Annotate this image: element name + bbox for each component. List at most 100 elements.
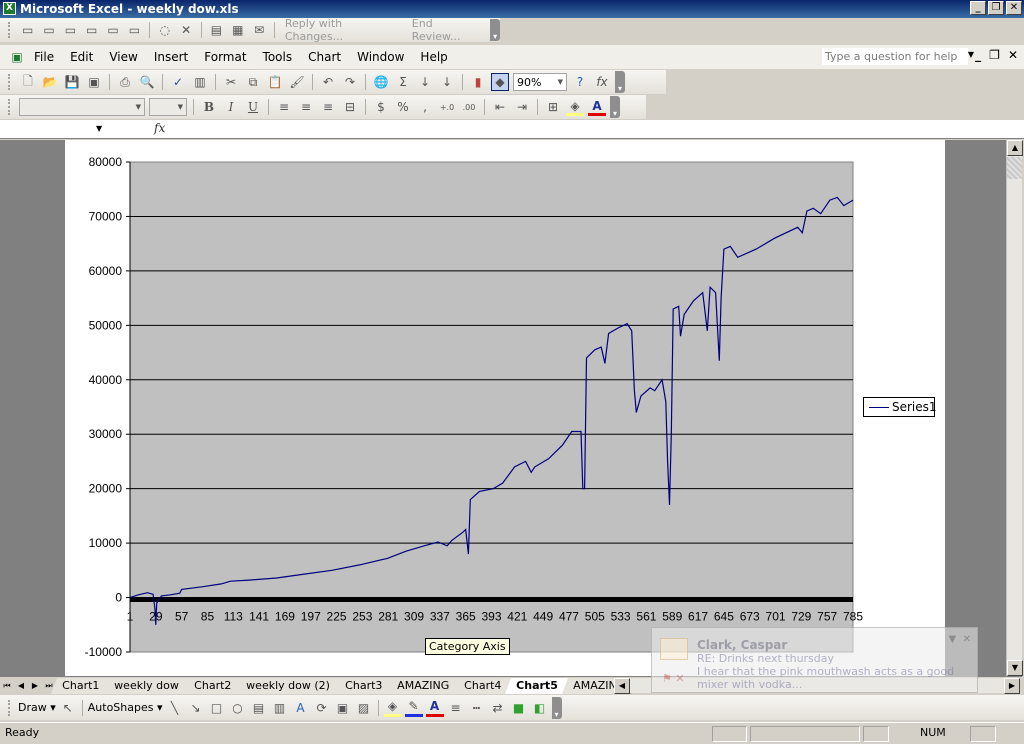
currency-icon[interactable]: $ [372,98,390,116]
sheet-tab-weekly-dow[interactable]: weekly dow [103,677,191,694]
drawing-icon[interactable]: ◆ [491,73,509,91]
comma-style-icon[interactable]: , [416,98,434,116]
help-icon[interactable]: ? [571,73,589,91]
toolbar-options-icon[interactable]: ▾ [490,19,500,41]
save-icon[interactable]: 💾 [63,73,81,91]
format-painter-icon[interactable]: 🖌 [288,73,306,91]
spelling-icon[interactable]: ✓ [169,73,187,91]
show-all-comments-icon[interactable]: ▭ [104,21,121,39]
next-comment-icon[interactable]: ▭ [62,21,79,39]
name-box[interactable] [0,120,100,138]
undo-icon[interactable]: ↶ [319,73,337,91]
3d-style-icon[interactable]: ◧ [531,699,549,717]
permission-icon[interactable]: ▣ [85,73,103,91]
insert-function-icon[interactable]: fx [593,73,611,91]
new-icon[interactable]: 🗋 [19,73,37,91]
close-notification-icon[interactable]: ✕ [963,634,971,645]
toolbar-options-icon[interactable]: ▾ [551,696,562,719]
toolbar-grip[interactable] [8,22,11,38]
decrease-indent-icon[interactable]: ⇤ [491,98,509,116]
delete-comment-icon[interactable]: ▭ [126,21,143,39]
borders-icon[interactable]: ⊞ [544,98,562,116]
underline-icon[interactable]: U [244,98,262,116]
align-left-icon[interactable]: ≡ [275,98,293,116]
menu-edit[interactable]: Edit [62,50,101,64]
fill-color-icon[interactable]: ◈ [566,98,584,116]
arrow-icon[interactable]: ↘ [187,699,205,717]
previous-comment-icon[interactable]: ▭ [40,21,57,39]
menu-window[interactable]: Window [349,50,412,64]
wordart-icon[interactable]: A [292,699,310,717]
line-style-icon[interactable]: ≡ [447,699,465,717]
sheet-tab-chart2[interactable]: Chart2 [183,677,244,694]
toolbar-grip[interactable] [8,99,11,115]
sheet-tab-chart1[interactable]: Chart1 [51,677,112,694]
vertical-scrollbar[interactable]: ▲ ▼ [1006,140,1023,676]
font-color-icon[interactable]: A [425,699,444,717]
flag-icon[interactable]: ⚑ ✕ [662,672,685,685]
merge-center-icon[interactable]: ⊟ [341,98,359,116]
end-review-button[interactable]: End Review... [408,17,487,43]
toolbar-options-icon[interactable]: ▾ [615,71,625,93]
cells-icon[interactable]: ▦ [229,21,246,39]
sort-ascending-icon[interactable]: ↓ [416,73,434,91]
options-dropdown-icon[interactable]: ▼ [949,634,957,645]
toolbar-grip[interactable] [8,699,11,716]
italic-icon[interactable]: I [222,98,240,116]
reply-with-changes-button[interactable]: Reply with Changes... [281,17,404,43]
excel-doc-icon[interactable]: ▣ [8,48,26,66]
align-center-icon[interactable]: ≡ [297,98,315,116]
oval-icon[interactable]: ○ [229,699,247,717]
vertical-text-box-icon[interactable]: ▥ [271,699,289,717]
decrease-decimal-icon[interactable]: .00 [460,98,478,116]
autosum-icon[interactable]: Σ [394,73,412,91]
sheet-tab-weekly-dow-2[interactable]: weekly dow (2) [235,677,342,694]
copy-icon[interactable]: ⧉ [244,73,262,91]
scroll-thumb[interactable] [1007,157,1022,179]
sort-descending-icon[interactable]: ↓ [438,73,456,91]
doc-minimize-button[interactable]: _ [975,48,981,62]
menu-format[interactable]: Format [196,50,254,64]
sheet-tab-chart5[interactable]: Chart5 [505,677,571,694]
chevron-down-icon[interactable]: ▼ [96,124,102,133]
doc-close-button[interactable]: ✕ [1008,48,1018,62]
increase-indent-icon[interactable]: ⇥ [513,98,531,116]
close-button[interactable]: ✕ [1006,1,1022,15]
shadow-style-icon[interactable]: ■ [510,699,528,717]
insert-function-icon[interactable]: fx [154,121,165,135]
menu-chart[interactable]: Chart [300,50,349,64]
research-icon[interactable]: ▥ [191,73,209,91]
line-icon[interactable]: ╲ [166,699,184,717]
cut-icon[interactable]: ✂ [222,73,240,91]
redo-icon[interactable]: ↷ [341,73,359,91]
sheet-tab-chart4[interactable]: Chart4 [453,677,514,694]
plot-area[interactable] [129,161,854,653]
doc-restore-button[interactable]: ❐ [989,48,1000,62]
toolbar-grip[interactable] [8,74,11,90]
fill-color-icon[interactable]: ◈ [383,699,402,717]
increase-decimal-icon[interactable]: +.0 [438,98,456,116]
track-changes-icon[interactable]: ◌ [156,21,173,39]
sheet-tab-chart3[interactable]: Chart3 [334,677,395,694]
print-preview-icon[interactable]: 🔍 [138,73,156,91]
text-box-icon[interactable]: ▤ [250,699,268,717]
rectangle-icon[interactable]: □ [208,699,226,717]
percent-icon[interactable]: % [394,98,412,116]
show-comment-icon[interactable]: ▭ [83,21,100,39]
open-icon[interactable]: 📂 [41,73,59,91]
font-color-icon[interactable]: A [588,98,606,116]
minimize-button[interactable]: _ [970,1,986,15]
next-sheet-icon[interactable]: ▶ [28,681,42,690]
scroll-right-icon[interactable]: ▶ [1004,678,1020,694]
clip-art-icon[interactable]: ▣ [334,699,352,717]
email-notification[interactable]: Clark, Caspar RE: Drinks next thursday I… [651,627,978,693]
scroll-up-icon[interactable]: ▲ [1007,140,1023,156]
menu-view[interactable]: View [101,50,145,64]
reject-change-icon[interactable]: ✕ [177,21,194,39]
toolbar-options-icon[interactable]: ▾ [610,96,620,118]
autoshapes-menu-button[interactable]: AutoShapes ▾ [88,701,163,714]
dash-style-icon[interactable]: ┅ [468,699,486,717]
diagram-icon[interactable]: ⟳ [313,699,331,717]
scroll-left-icon[interactable]: ◀ [614,678,630,694]
bold-icon[interactable]: B [200,98,218,116]
